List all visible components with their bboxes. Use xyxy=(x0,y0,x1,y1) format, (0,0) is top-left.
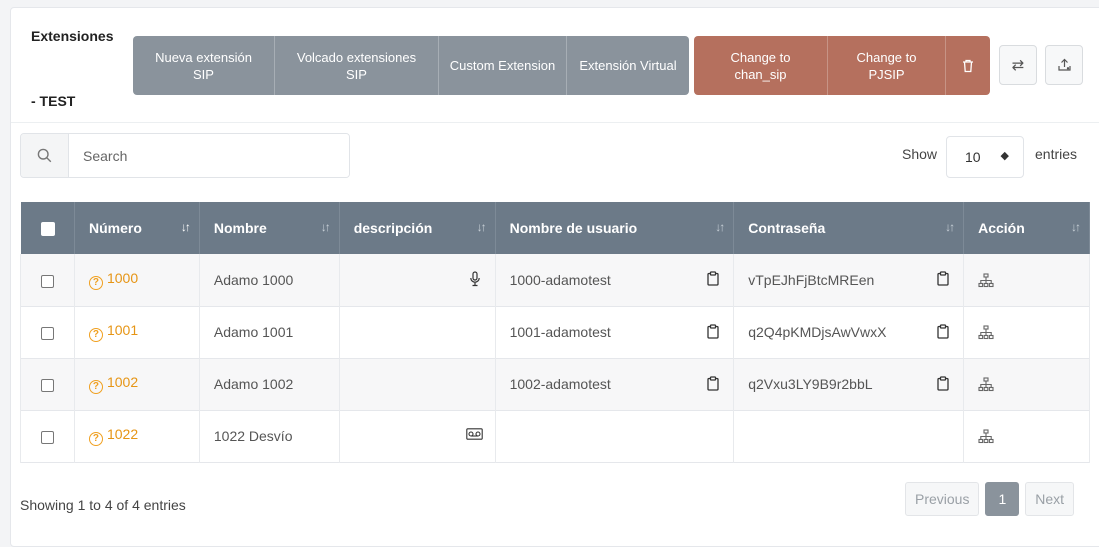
transfer-button[interactable]: ⇄ xyxy=(999,45,1037,85)
header-divider xyxy=(11,122,1099,123)
clipboard-icon[interactable] xyxy=(707,375,719,391)
virtual-extension-button[interactable]: Extensión Virtual xyxy=(567,36,689,95)
page-1-button[interactable]: 1 xyxy=(985,482,1020,516)
usuario-cell: 1002-adamotest xyxy=(495,358,735,410)
microphone-icon xyxy=(469,271,480,287)
question-circle-icon: ? xyxy=(88,431,103,446)
row-checkbox[interactable] xyxy=(41,430,54,444)
nombre-cell: 1022 Desvío xyxy=(199,410,340,462)
numero-cell[interactable]: ? 1000 xyxy=(74,254,200,306)
entries-label: entries xyxy=(1035,146,1078,162)
row-checkbox[interactable] xyxy=(41,326,54,340)
question-circle-icon: ? xyxy=(88,379,103,394)
descripcion-cell xyxy=(339,254,496,306)
clipboard-icon[interactable] xyxy=(937,323,949,339)
column-header-contrasena[interactable]: Contraseña ↓↑ xyxy=(733,202,965,254)
clipboard-icon[interactable] xyxy=(937,375,949,391)
row-select-cell xyxy=(20,306,75,358)
page-title: Extensiones xyxy=(31,28,114,44)
accion-cell xyxy=(963,410,1090,462)
password-cell: q2Q4pKMDjsAwVwxX xyxy=(733,306,965,358)
table-info: Showing 1 to 4 of 4 entries xyxy=(20,497,186,513)
numero-cell[interactable]: ? 1001 xyxy=(74,306,200,358)
accion-cell xyxy=(963,306,1090,358)
extensions-table: Número ↓↑ Nombre ↓↑ descripción ↓↑ Nombre d… xyxy=(20,202,1090,463)
network-icon[interactable] xyxy=(978,325,994,340)
descripcion-cell xyxy=(339,410,496,462)
clipboard-icon[interactable] xyxy=(707,323,719,339)
extension-actions-group: Nueva extensión SIP Volcado extensiones … xyxy=(133,36,689,95)
page-subtitle: - TEST xyxy=(31,93,76,109)
descripcion-cell xyxy=(339,306,496,358)
row-select-cell xyxy=(20,254,75,306)
network-icon[interactable] xyxy=(978,273,994,288)
table-row: ? 1002 Adamo 1002 1002-adamotest q2Vxu3LY… xyxy=(20,358,1090,410)
entries-per-page-value: 10 xyxy=(965,149,981,165)
delete-button[interactable] xyxy=(946,36,990,95)
new-sip-extension-button[interactable]: Nueva extensión SIP xyxy=(133,36,275,95)
password-cell: vTpEJhFjBtcMREen xyxy=(733,254,965,306)
nombre-cell: Adamo 1000 xyxy=(199,254,340,306)
sort-icon: ↓↑ xyxy=(320,220,331,234)
custom-extension-button[interactable]: Custom Extension xyxy=(439,36,567,95)
clipboard-icon[interactable] xyxy=(937,271,949,286)
accion-cell xyxy=(963,358,1090,410)
select-arrows-icon: ◆ xyxy=(1000,150,1009,162)
entries-per-page-select[interactable]: 10 ◆ xyxy=(946,136,1024,178)
descripcion-cell xyxy=(339,358,496,410)
change-to-chan-sip-button[interactable]: Change to chan_sip xyxy=(694,36,828,95)
upload-button[interactable] xyxy=(1045,45,1083,85)
usuario-cell: 1000-adamotest xyxy=(495,254,735,306)
row-select-cell xyxy=(20,410,75,462)
numero-cell[interactable]: ? 1022 xyxy=(74,410,200,462)
upload-icon xyxy=(1057,58,1071,71)
select-all-checkbox[interactable] xyxy=(40,222,55,237)
network-icon[interactable] xyxy=(978,377,994,392)
password-cell xyxy=(733,410,965,462)
driver-actions-group: Change to chan_sip Change to PJSIP xyxy=(694,36,990,95)
usuario-cell xyxy=(495,410,735,462)
nombre-cell: Adamo 1002 xyxy=(199,358,340,410)
dump-sip-extensions-button[interactable]: Volcado extensiones SIP xyxy=(275,36,439,95)
search-input[interactable] xyxy=(69,134,349,177)
network-icon[interactable] xyxy=(978,429,994,444)
table-header-row: Número ↓↑ Nombre ↓↑ descripción ↓↑ Nombre d… xyxy=(20,202,1090,254)
search-box xyxy=(20,133,350,178)
sort-icon: ↓↑ xyxy=(476,220,487,234)
column-header-numero[interactable]: Número ↓↑ xyxy=(74,202,200,254)
column-header-descripcion[interactable]: descripción ↓↑ xyxy=(339,202,496,254)
arrows-exchange-icon: ⇄ xyxy=(1011,57,1025,74)
next-page-button[interactable]: Next xyxy=(1025,482,1075,516)
table-row: ? 1001 Adamo 1001 1001-adamotest q2Q4pKMD… xyxy=(20,306,1090,358)
numero-cell[interactable]: ? 1002 xyxy=(74,358,200,410)
pagination: Previous 1 Next xyxy=(905,482,1075,516)
clipboard-icon[interactable] xyxy=(707,271,719,286)
column-header-usuario[interactable]: Nombre de usuario ↓↑ xyxy=(495,202,735,254)
question-circle-icon: ? xyxy=(88,327,103,342)
select-all-header xyxy=(20,202,75,254)
sort-icon: ↓↑ xyxy=(1071,220,1081,234)
show-label: Show xyxy=(902,146,938,162)
table-row: ? 1000 Adamo 1000 1000-adamotest vTpEJhFj… xyxy=(20,254,1090,306)
accion-cell xyxy=(963,254,1090,306)
column-header-nombre[interactable]: Nombre ↓↑ xyxy=(199,202,340,254)
voicemail-icon xyxy=(465,427,483,440)
nombre-cell: Adamo 1001 xyxy=(199,306,340,358)
sort-icon: ↓↑ xyxy=(715,220,725,234)
row-checkbox[interactable] xyxy=(41,378,54,392)
question-circle-icon: ? xyxy=(88,275,103,290)
trash-icon xyxy=(963,59,973,72)
column-header-accion[interactable]: Acción ↓↑ xyxy=(963,202,1090,254)
password-cell: q2Vxu3LY9B9r2bbL xyxy=(733,358,965,410)
table-row: ? 1022 1022 Desvío xyxy=(20,410,1090,462)
change-to-pjsip-button[interactable]: Change to PJSIP xyxy=(828,36,946,95)
sort-icon: ↓↑ xyxy=(945,220,955,234)
row-checkbox[interactable] xyxy=(41,274,54,288)
usuario-cell: 1001-adamotest xyxy=(495,306,735,358)
row-select-cell xyxy=(20,358,75,410)
previous-page-button[interactable]: Previous xyxy=(905,482,980,516)
search-icon xyxy=(21,134,69,177)
sort-icon: ↓↑ xyxy=(180,220,191,234)
